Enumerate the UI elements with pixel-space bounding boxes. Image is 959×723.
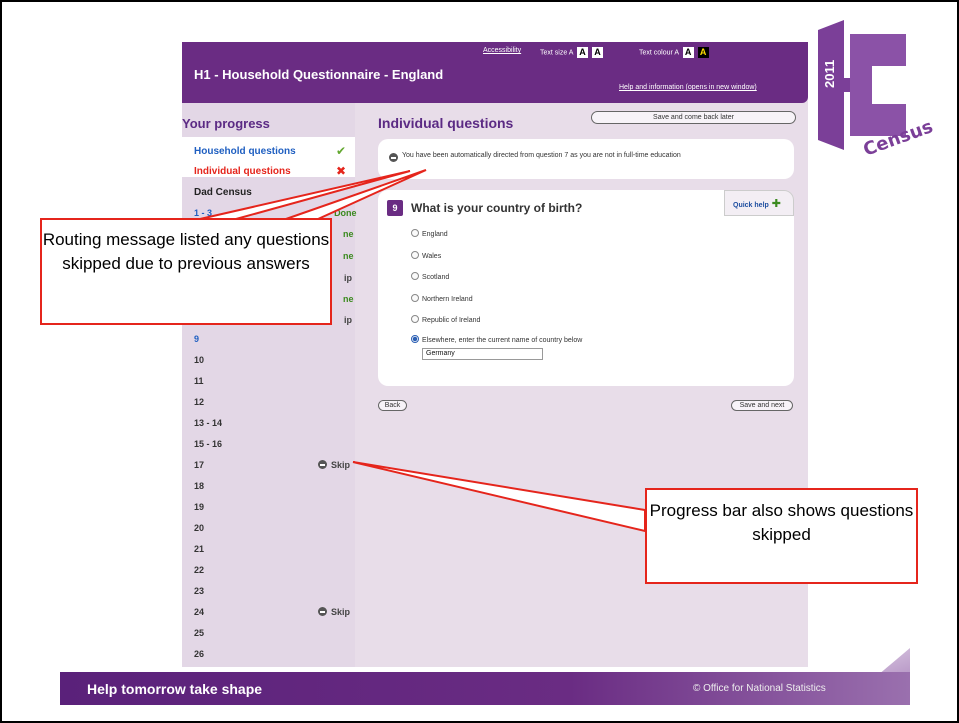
progress-row-11: 11 — [194, 376, 204, 386]
status-text: Skip — [331, 607, 351, 617]
cross-icon: ✖ — [336, 164, 347, 178]
progress-status-skip: Skip — [318, 607, 350, 617]
progress-row-12: 12 — [194, 397, 205, 407]
question-card: 9 What is your country of birth? Quick h… — [378, 190, 794, 386]
radio-icon[interactable] — [411, 294, 419, 302]
progress-callout: Progress bar also shows questions skippe… — [645, 488, 918, 584]
person-name: Dad Census — [194, 187, 252, 198]
radio-selected-icon[interactable] — [411, 335, 419, 343]
quick-help-label: Quick help — [733, 202, 769, 209]
progress-row-25: 25 — [194, 628, 205, 638]
skip-icon — [318, 607, 327, 616]
option-republic-of-ireland[interactable]: Republic of Ireland — [411, 315, 480, 324]
option-elsewhere[interactable]: Elsewhere, enter the current name of cou… — [411, 335, 582, 344]
option-label: Republic of Ireland — [422, 317, 481, 324]
progress-row-18: 18 — [194, 481, 205, 491]
progress-row-10: 10 — [194, 355, 205, 365]
option-label: England — [422, 231, 448, 238]
progress-status-partial: ne — [343, 251, 354, 261]
skip-icon — [318, 460, 327, 469]
status-text: Skip — [331, 460, 351, 470]
check-icon: ✔ — [336, 144, 347, 158]
routing-message-box: You have been automatically directed fro… — [378, 139, 794, 179]
save-and-next-button[interactable]: Save and next — [731, 400, 793, 411]
option-wales[interactable]: Wales — [411, 251, 441, 260]
skip-icon — [389, 153, 398, 162]
progress-status-partial: ne — [343, 294, 354, 304]
question-text: What is your country of birth? — [411, 201, 583, 215]
progress-row-17: 17 — [194, 460, 205, 470]
option-label: Wales — [422, 253, 442, 260]
status-text: Done — [334, 208, 357, 218]
option-label: Elsewhere, enter the current name of cou… — [422, 337, 583, 344]
option-england[interactable]: England — [411, 229, 448, 238]
back-button[interactable]: Back — [378, 400, 407, 411]
progress-row-24: 24 — [194, 607, 205, 617]
save-later-button[interactable]: Save and come back later — [591, 111, 796, 124]
option-label: Northern Ireland — [422, 296, 473, 303]
option-northern-ireland[interactable]: Northern Ireland — [411, 294, 473, 303]
check-icon: ✔ — [324, 208, 332, 218]
radio-icon[interactable] — [411, 229, 419, 237]
footer-band: Help tomorrow take shape © Office for Na… — [60, 672, 910, 705]
question-number: 9 — [387, 200, 403, 216]
footer-copyright: © Office for National Statistics — [693, 683, 826, 694]
quick-help-button[interactable]: Quick help ✚ — [724, 190, 794, 216]
progress-heading: Your progress — [182, 116, 270, 131]
progress-row-9[interactable]: 9 — [194, 334, 199, 344]
option-label: Scotland — [422, 274, 450, 281]
progress-row-15-16: 15 - 16 — [194, 439, 223, 449]
radio-icon[interactable] — [411, 272, 419, 280]
progress-row-26: 26 — [194, 649, 205, 659]
progress-status-partial: ip — [344, 315, 352, 325]
logo-year: 2011 — [822, 60, 837, 88]
progress-individual-link[interactable]: Individual questions — [194, 166, 291, 177]
progress-row-23: 23 — [194, 586, 205, 596]
progress-row-22: 22 — [194, 565, 205, 575]
section-heading: Individual questions — [378, 115, 514, 131]
footer-tagline: Help tomorrow take shape — [87, 681, 263, 697]
progress-status-partial: ne — [343, 229, 354, 239]
routing-message: You have been automatically directed fro… — [402, 152, 681, 159]
country-input[interactable]: Germany — [422, 348, 543, 360]
plus-icon: ✚ — [771, 198, 782, 210]
option-scotland[interactable]: Scotland — [411, 272, 449, 281]
progress-household-link[interactable]: Household questions — [194, 146, 296, 157]
progress-status-skip: Skip — [318, 460, 350, 470]
census-2011-logo: 2011 Census — [818, 20, 936, 161]
radio-icon[interactable] — [411, 251, 419, 259]
progress-row-21: 21 — [194, 544, 205, 554]
routing-callout: Routing message listed any questions ski… — [40, 218, 332, 325]
progress-row-19: 19 — [194, 502, 205, 512]
radio-icon[interactable] — [411, 315, 419, 323]
progress-row-20: 20 — [194, 523, 205, 533]
progress-row-1-3[interactable]: 1 - 3 — [194, 208, 212, 218]
progress-status-partial: ip — [344, 273, 352, 283]
progress-row-13-14: 13 - 14 — [194, 418, 223, 428]
